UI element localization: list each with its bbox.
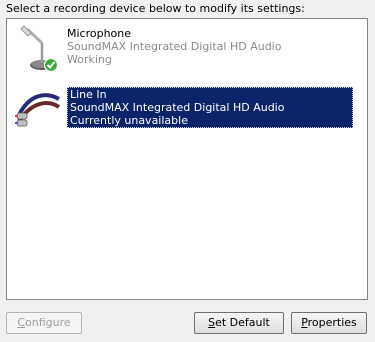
set-default-button[interactable]: Set Default [194,312,284,334]
device-status: Working [67,53,112,66]
device-name: Microphone [67,27,132,40]
properties-button[interactable]: Properties [291,312,367,334]
device-driver: SoundMAX Integrated Digital HD Audio [70,101,285,114]
recording-device-list[interactable]: Microphone SoundMAX Integrated Digital H… [6,18,368,300]
device-driver: SoundMAX Integrated Digital HD Audio [67,40,282,53]
configure-label-rest: onfigure [25,316,71,329]
set-default-label-rest: et Default [215,316,270,329]
device-name: Line In [70,88,107,101]
configure-accel: C [17,316,26,329]
microphone-icon [20,25,59,73]
configure-button[interactable]: Configure [6,312,82,334]
device-status: Currently unavailable [70,114,188,127]
device-item-line-in[interactable]: Line In SoundMAX Integrated Digital HD A… [9,85,359,128]
line-in-cable-icon [15,93,61,127]
instruction-text: Select a recording device below to modif… [6,2,305,15]
device-item-microphone[interactable]: Microphone SoundMAX Integrated Digital H… [9,25,359,73]
properties-label-rest: roperties [307,316,357,329]
